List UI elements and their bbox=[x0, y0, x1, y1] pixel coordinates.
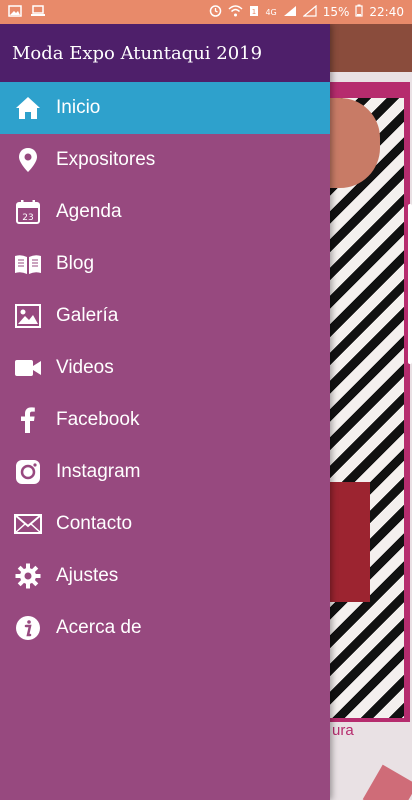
network-type: 4G bbox=[265, 7, 277, 17]
video-camera-icon bbox=[14, 354, 42, 382]
book-icon bbox=[14, 250, 42, 278]
instagram-icon bbox=[14, 458, 42, 486]
battery-percent: 15% bbox=[322, 5, 350, 19]
info-icon bbox=[14, 614, 42, 642]
navigation-drawer: Moda Expo Atuntaqui 2019 Inicio Exposito… bbox=[0, 24, 330, 800]
drawer-menu: Inicio Expositores 23 Agenda Blog Galerí… bbox=[0, 82, 330, 654]
signal-2-icon bbox=[302, 4, 317, 20]
menu-item-agenda[interactable]: 23 Agenda bbox=[0, 186, 330, 238]
menu-label: Inicio bbox=[56, 97, 101, 118]
battery-icon bbox=[355, 4, 364, 20]
menu-item-videos[interactable]: Videos bbox=[0, 342, 330, 394]
scroll-indicator bbox=[408, 204, 412, 364]
gear-icon bbox=[14, 562, 42, 590]
facebook-icon bbox=[14, 406, 42, 434]
menu-label: Instagram bbox=[56, 461, 141, 482]
clock: 22:40 bbox=[369, 5, 404, 19]
calendar-day: 23 bbox=[22, 213, 33, 223]
menu-item-contacto[interactable]: Contacto bbox=[0, 498, 330, 550]
menu-label: Contacto bbox=[56, 513, 133, 534]
menu-label: Agenda bbox=[56, 201, 122, 222]
image-icon bbox=[14, 302, 42, 330]
background-photo: ura bbox=[330, 72, 412, 800]
background-text: ura bbox=[332, 722, 354, 739]
signal-icon bbox=[283, 5, 297, 20]
menu-item-facebook[interactable]: Facebook bbox=[0, 394, 330, 446]
menu-label: Videos bbox=[56, 357, 114, 378]
menu-label: Galería bbox=[56, 305, 119, 326]
menu-label: Ajustes bbox=[56, 565, 119, 586]
menu-item-expositores[interactable]: Expositores bbox=[0, 134, 330, 186]
striped-dress-image bbox=[330, 98, 404, 718]
decoration-shape bbox=[362, 764, 412, 800]
background-toolbar bbox=[330, 24, 412, 72]
background-app: ura bbox=[330, 24, 412, 800]
alarm-icon bbox=[209, 4, 222, 20]
home-icon bbox=[14, 94, 42, 122]
drawer-title: Moda Expo Atuntaqui 2019 bbox=[12, 42, 263, 64]
drawer-header: Moda Expo Atuntaqui 2019 bbox=[0, 24, 330, 82]
menu-item-inicio[interactable]: Inicio bbox=[0, 82, 330, 134]
menu-item-acerca-de[interactable]: Acerca de bbox=[0, 602, 330, 654]
envelope-icon bbox=[14, 510, 42, 538]
menu-item-galeria[interactable]: Galería bbox=[0, 290, 330, 342]
menu-item-ajustes[interactable]: Ajustes bbox=[0, 550, 330, 602]
laptop-notification-icon bbox=[30, 4, 46, 20]
location-pin-icon bbox=[14, 146, 42, 174]
sim-icon: 1 bbox=[249, 5, 259, 20]
calendar-icon: 23 bbox=[14, 198, 42, 226]
menu-label: Facebook bbox=[56, 409, 140, 430]
menu-label: Acerca de bbox=[56, 617, 142, 638]
svg-text:1: 1 bbox=[252, 8, 256, 16]
menu-label: Expositores bbox=[56, 149, 156, 170]
menu-item-instagram[interactable]: Instagram bbox=[0, 446, 330, 498]
red-garment bbox=[330, 482, 370, 602]
status-bar: 1 4G 15% 22:40 bbox=[0, 0, 412, 24]
menu-label: Blog bbox=[56, 253, 95, 274]
wifi-icon bbox=[228, 4, 243, 20]
gallery-notification-icon bbox=[8, 4, 22, 20]
menu-item-blog[interactable]: Blog bbox=[0, 238, 330, 290]
photo-frame bbox=[330, 82, 410, 722]
